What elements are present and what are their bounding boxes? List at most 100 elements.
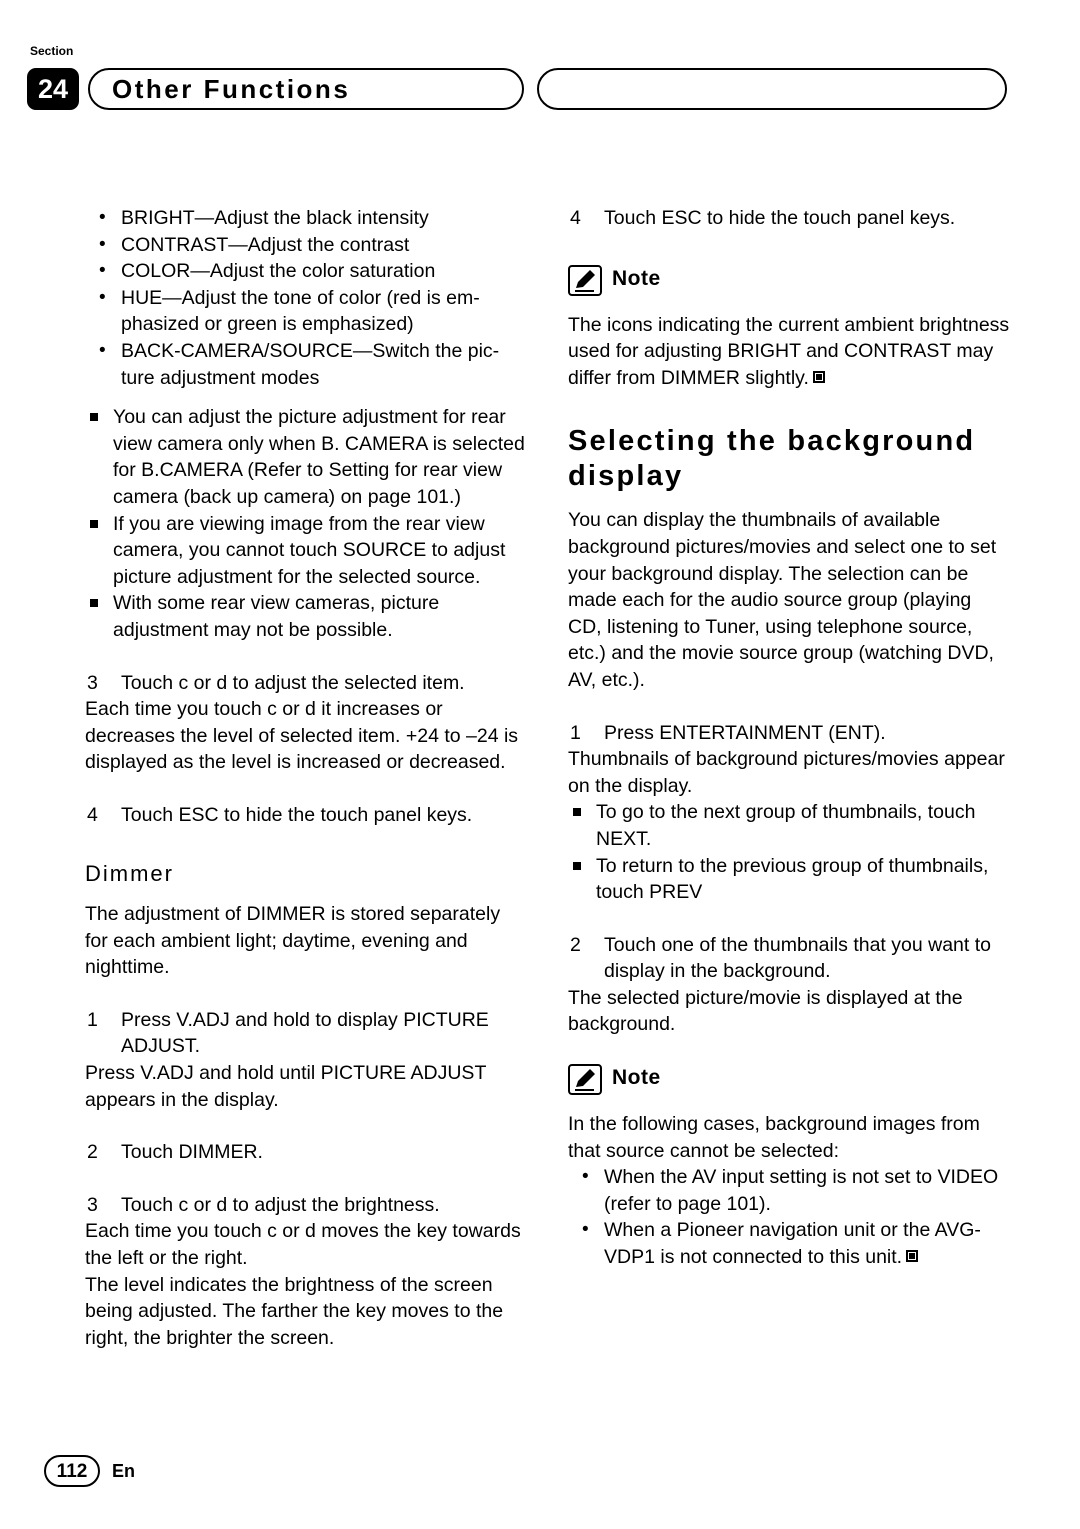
header-right-box <box>537 68 1007 110</box>
dimmer-step-2: 2 Touch DIMMER. <box>85 1139 527 1166</box>
step-text: Touch ESC to hide the touch panel keys. <box>604 207 956 229</box>
step-number: 4 <box>570 207 581 229</box>
page-header: Section 24 Other Functions <box>0 0 1080 130</box>
bullet-dot: • <box>99 260 106 282</box>
note-1-body: The icons indicating the current ambient… <box>568 313 1010 389</box>
list-item-text: HUE—Adjust the tone of color (red is em-… <box>121 286 480 336</box>
step-3: 3 Touch c or d to adjust the selected it… <box>85 670 527 697</box>
note-label: Note <box>612 266 661 290</box>
right-column: 4 Touch ESC to hide the touch panel keys… <box>568 205 1010 1271</box>
step-1: 1 Press ENTERTAINMENT (ENT). <box>568 720 1010 747</box>
step-text: Touch ESC to hide the touch panel keys. <box>121 803 473 826</box>
step-4: 4 Touch ESC to hide the touch panel keys… <box>85 802 527 829</box>
note-item-text: To go to the next group of thumbnails, t… <box>596 801 976 850</box>
list-item-text: BACK-CAMERA/SOURCE—Switch the pic-ture a… <box>121 339 500 389</box>
step-number: 4 <box>87 803 98 826</box>
list-item: • When a Pioneer navigation unit or the … <box>568 1217 1010 1270</box>
note-item: To go to the next group of thumbnails, t… <box>568 799 1010 852</box>
dimmer-step-3: 3 Touch c or d to adjust the brightness. <box>85 1192 527 1219</box>
step-text: Touch DIMMER. <box>121 1141 263 1164</box>
step-2: 2 Touch one of the thumbnails that you w… <box>568 932 1010 985</box>
end-marker-icon <box>906 1250 919 1263</box>
bullet-dot: • <box>99 207 106 228</box>
dimmer-step-1-body: Press V.ADJ and hold until PICTURE ADJUS… <box>85 1062 486 1111</box>
step-number: 2 <box>570 933 581 956</box>
chapter-title: Other Functions <box>112 74 351 104</box>
section-heading: Selecting the background display <box>568 425 976 493</box>
bullet-dot: • <box>99 339 106 361</box>
step-number: 1 <box>87 1008 98 1031</box>
section-label: Section <box>30 44 74 58</box>
pencil-icon <box>568 1064 602 1096</box>
square-bullet-icon <box>90 413 98 422</box>
note-item-text: With some rear view cameras, picture adj… <box>113 592 440 641</box>
step-2-body: The selected picture/movie is displayed … <box>568 986 963 1036</box>
step-3-body: Each time you touch c or d it increases … <box>85 698 519 774</box>
page-footer: 112 En <box>44 1455 344 1495</box>
note-header: Note <box>568 1064 1010 1098</box>
list-item: • COLOR—Adjust the color saturation <box>85 258 527 285</box>
step-number: 3 <box>87 1193 98 1216</box>
bullet-dot: • <box>582 1219 589 1241</box>
list-item: • HUE—Adjust the tone of color (red is e… <box>85 285 527 338</box>
list-item: • When the AV input setting is not set t… <box>568 1164 1010 1217</box>
note-item: You can adjust the picture adjustment fo… <box>85 404 527 510</box>
step-text: Press V.ADJ and hold to display PICTURE … <box>121 1008 489 1058</box>
dimmer-step-1: 1 Press V.ADJ and hold to display PICTUR… <box>85 1007 527 1060</box>
list-item-text: When a Pioneer navigation unit or the AV… <box>604 1219 981 1269</box>
dimmer-step-3-body-2: The level indicates the brightness of th… <box>85 1273 504 1349</box>
note-item: To return to the previous group of thumb… <box>568 853 1010 906</box>
square-bullet-icon <box>90 519 98 528</box>
list-item-text: BRIGHT—Adjust the black intensity <box>121 207 429 229</box>
square-bullet-icon <box>90 599 98 608</box>
step-number: 3 <box>87 671 98 694</box>
note-item-text: If you are viewing image from the rear v… <box>113 512 506 588</box>
note-item: With some rear view cameras, picture adj… <box>85 590 527 643</box>
list-item-text: When the AV input setting is not set to … <box>604 1166 999 1215</box>
step-number: 2 <box>87 1141 98 1164</box>
square-bullet-icon <box>573 808 581 817</box>
bullet-dot: • <box>99 233 106 255</box>
list-item: • BRIGHT—Adjust the black intensity <box>85 205 527 232</box>
dimmer-step-3-body-1: Each time you touch c or d moves the key… <box>85 1220 521 1269</box>
list-item: • CONTRAST—Adjust the contrast <box>85 232 527 259</box>
step-1-body: Thumbnails of background pictures/movies… <box>568 748 1005 797</box>
square-bullet-icon <box>573 861 581 870</box>
end-marker-icon <box>812 370 825 383</box>
note-1-text: The icons indicating the current ambient… <box>568 312 1010 392</box>
step-4: 4 Touch ESC to hide the touch panel keys… <box>568 205 1010 232</box>
bullet-dot: • <box>99 286 106 308</box>
step-text: Touch one of the thumbnails that you wan… <box>604 933 992 983</box>
list-item-text: COLOR—Adjust the color saturation <box>121 260 436 283</box>
list-item: • BACK-CAMERA/SOURCE—Switch the pic-ture… <box>85 338 527 391</box>
note-item-text: To return to the previous group of thumb… <box>596 854 989 904</box>
language-code: En <box>112 1461 136 1481</box>
left-column: • BRIGHT—Adjust the black intensity • CO… <box>85 205 527 1351</box>
list-item-text: CONTRAST—Adjust the contrast <box>121 233 410 256</box>
note-label: Note <box>612 1066 661 1090</box>
note-item: If you are viewing image from the rear v… <box>85 511 527 591</box>
step-text: Touch c or d to adjust the selected item… <box>121 671 465 694</box>
section-number-badge: 24 <box>27 68 79 110</box>
bullet-dot: • <box>582 1166 589 1188</box>
dimmer-intro: The adjustment of DIMMER is stored separ… <box>85 903 501 979</box>
page-number: 112 <box>44 1455 100 1487</box>
note-header: Note <box>568 264 1010 299</box>
note-2-intro: In the following cases, background image… <box>568 1113 980 1162</box>
step-text: Press ENTERTAINMENT (ENT). <box>604 721 886 744</box>
